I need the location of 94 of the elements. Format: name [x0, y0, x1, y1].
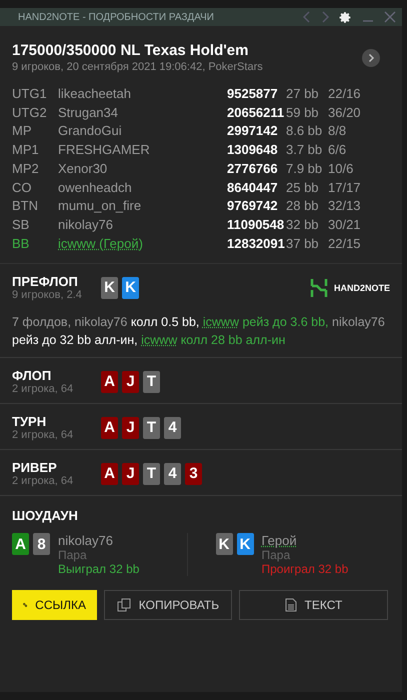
window-title: HAND2NOTE - ПОДРОБНОСТИ РАЗДАЧИ: [18, 12, 215, 22]
player-stats: 22/16: [328, 85, 362, 103]
playing-card: 3: [185, 462, 202, 485]
hand-result: Проиграл 32 bb: [262, 562, 348, 576]
playing-card: A: [101, 462, 118, 485]
stack-amount: 20656211: [227, 104, 286, 122]
position-label: SB: [12, 216, 30, 234]
back-icon[interactable]: [303, 11, 311, 23]
stack-bb: 28 bb: [286, 197, 320, 216]
hand-title: 175000/350000 NL Texas Hold'em: [12, 42, 250, 59]
player-stats: 36/20: [328, 104, 362, 122]
hand-result: Выиграл 32 bb: [58, 562, 140, 576]
playing-card: 4: [164, 462, 181, 485]
player-name: Xenor30: [58, 160, 108, 178]
showdown-title: ШОУДАУН: [12, 508, 79, 524]
stack-amount: 2776766: [227, 160, 279, 178]
position-label: BB: [12, 234, 30, 253]
player-name: FRESHGAMER: [58, 141, 151, 160]
player-name: owenheadch: [58, 178, 133, 197]
next-hand-button[interactable]: [362, 48, 380, 66]
playing-card: K: [216, 533, 232, 556]
playing-card: 8: [33, 533, 50, 556]
street-info: 2 игрока, 64: [12, 429, 74, 442]
stack-bb: 25 bb: [286, 178, 320, 197]
player-name: nikolay76: [58, 216, 114, 234]
player-name: icwww (Герой): [58, 234, 144, 253]
playing-card: 4: [164, 416, 181, 439]
stack-amount: 11090548: [227, 216, 286, 234]
stack-bb: 37 bb: [286, 234, 320, 253]
forward-icon[interactable]: [321, 11, 329, 23]
player-stats: 17/17: [328, 178, 362, 197]
player-name: Герой: [262, 533, 298, 548]
stack-amount: 1309648: [227, 141, 279, 160]
player-stats: 6/6: [328, 141, 348, 160]
player-stats: 10/6: [328, 160, 354, 178]
playing-card: T: [143, 416, 160, 439]
street-info: 2 игрока, 64: [12, 383, 74, 396]
player-stats: 8/8: [328, 122, 348, 140]
position-label: UTG2: [12, 104, 48, 122]
hand-subtitle: 9 игроков, 20 сентября 2021 19:06:42, PokerStars: [12, 61, 264, 73]
stack-amount: 9525877: [227, 85, 279, 103]
playing-card: J: [122, 416, 139, 439]
playing-card: T: [143, 462, 160, 485]
player-name: likeacheetah: [58, 85, 132, 103]
stack-bb: 32 bb: [286, 216, 320, 234]
stack-amount: 12832091: [227, 234, 286, 253]
stack-amount: 9769742: [227, 197, 279, 216]
playing-card: A: [101, 370, 118, 393]
position-label: CO: [12, 178, 32, 197]
street-name: ПРЕФЛОП: [12, 274, 79, 290]
hand-combination: Пара: [262, 548, 292, 562]
position-label: BTN: [12, 197, 39, 216]
copy-button[interactable]: КОПИРОВАТЬ: [104, 590, 232, 620]
position-label: MP2: [12, 160, 40, 178]
stack-bb: 3.7 bb: [286, 141, 324, 160]
street-name: ТУРН: [12, 414, 48, 430]
player-stats: 32/13: [328, 197, 362, 216]
playing-card: A: [12, 533, 29, 556]
playing-card: K: [236, 533, 254, 556]
logo-text: HAND2NOTE: [334, 282, 390, 293]
stack-bb: 27 bb: [286, 85, 320, 103]
text-button[interactable]: ТЕКСТ: [238, 590, 388, 620]
player-name: Strugan34: [58, 104, 119, 122]
player-stats: 30/21: [328, 216, 362, 234]
position-label: MP1: [12, 141, 40, 160]
player-name: GrandoGui: [58, 122, 123, 140]
position-label: MP: [12, 122, 32, 140]
stack-bb: 8.6 bb: [286, 122, 324, 140]
copy-icon: [116, 598, 131, 612]
playing-card: T: [143, 370, 160, 393]
link-button[interactable]: ССЫЛКА: [12, 590, 97, 620]
street-name: РИВЕР: [12, 460, 58, 476]
street-info: 2 игрока, 64: [12, 475, 74, 488]
document-icon: [284, 598, 297, 612]
logo-icon: [310, 278, 328, 298]
street-name: ФЛОП: [12, 368, 52, 384]
street-info: 9 игроков, 2.4: [12, 289, 83, 302]
player-stats: 22/15: [328, 234, 362, 253]
playing-card: K: [122, 276, 139, 299]
stack-bb: 7.9 bb: [286, 160, 324, 178]
playing-card: J: [122, 462, 139, 485]
playing-card: A: [101, 416, 118, 439]
player-name: nikolay76: [58, 533, 114, 548]
player-name: mumu_on_fire: [58, 197, 142, 216]
position-label: UTG1: [12, 85, 48, 103]
playing-card: K: [101, 276, 118, 299]
close-icon[interactable]: [384, 11, 396, 23]
playing-card: J: [122, 370, 139, 393]
stack-bb: 59 bb: [286, 104, 320, 122]
action-summary: 7 фолдов, nikolay76 колл 0.5 bb, icwww рейз до 3.6 bb, nikolay76 рейз до 32 bb алл-ин, icwww колл 28 bb алл-ин: [12, 314, 386, 350]
hand-combination: Пара: [58, 548, 88, 562]
stack-amount: 8640447: [227, 178, 279, 197]
stack-amount: 2997142: [227, 122, 279, 140]
settings-icon[interactable]: [339, 10, 352, 24]
